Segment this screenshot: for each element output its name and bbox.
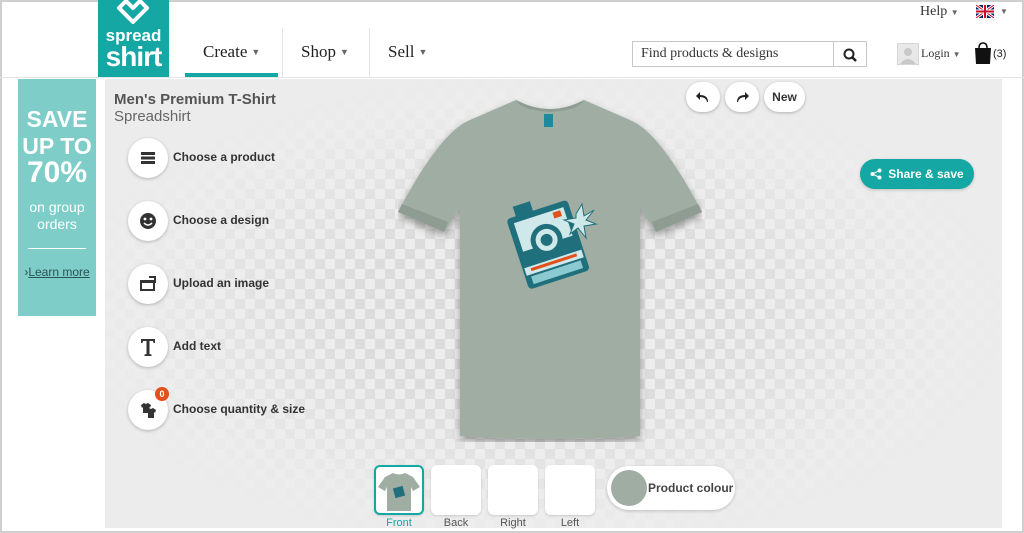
search-input[interactable]: Find products & designs [632,41,834,67]
login-menu[interactable]: Login ▼ [921,46,961,61]
step-label: Choose a design [173,213,270,227]
search-button[interactable] [833,41,867,67]
user-icon [900,48,916,64]
search-icon [843,48,857,62]
step-label: Add text [173,339,221,353]
chevron-down-icon: ▼ [950,8,959,17]
share-icon [870,168,882,180]
product-brand: Spreadshirt [114,108,191,125]
uk-flag-icon[interactable] [976,5,994,18]
view-back-label[interactable]: Back [431,517,481,529]
learn-more-label: Learn more [28,265,90,279]
view-left-label[interactable]: Left [545,517,595,529]
product-title: Men's Premium T-Shirt [114,91,276,108]
step-icon-circle [128,327,168,367]
step-icon-circle [128,138,168,178]
nav-create[interactable]: Create ▼ [185,26,279,77]
share-save-button[interactable]: Share & save [860,159,974,189]
view-left-thumbnail[interactable] [545,465,595,515]
view-right-label[interactable]: Right [488,517,538,529]
smiley-icon [140,213,156,229]
nav-sell-label: Sell [388,42,415,61]
new-design-button[interactable]: New [764,82,805,112]
logo-word-shirt: shirt [105,41,163,72]
nav-create-label: Create [203,42,248,61]
step-label: Upload an image [173,276,270,290]
step-icon-circle [128,264,168,304]
tshirt-front-thumb-icon [378,473,420,511]
cart-count[interactable]: (3) [993,48,1006,60]
upload-image-icon [140,276,156,291]
promo-line-percent: 70% [26,156,88,189]
tshirt-tag [544,114,553,127]
promo-line-on-group: on group [29,199,85,215]
promo-learn-more-link[interactable]: ›Learn more [18,265,96,279]
share-label: Share & save [888,167,964,181]
product-colour-button[interactable]: Product colour [607,466,735,510]
nav-shop-label: Shop [301,42,336,61]
step-icon-circle [128,201,168,241]
heart-logo-icon [117,0,149,24]
product-colour-label: Product colour [648,481,734,495]
tshirt-stack-icon [141,152,155,164]
login-label: Login [921,46,950,60]
view-back-thumbnail[interactable] [431,465,481,515]
text-icon [141,339,155,356]
chevron-down-icon: ▼ [418,47,428,57]
view-front-label[interactable]: Front [374,517,424,529]
chevron-down-icon: ▼ [251,47,261,57]
promo-line-save: SAVE [26,106,88,132]
shirts-icon [141,403,156,418]
redo-button[interactable] [725,82,759,112]
colour-swatch [611,470,647,506]
help-label: Help [920,4,948,19]
step-label: Choose a product [173,150,276,164]
tshirt-preview[interactable] [398,98,702,442]
quantity-badge: 0 [155,387,169,401]
language-chevron-icon[interactable]: ▼ [1000,7,1008,16]
promo-divider [28,248,86,249]
step-label: Choose quantity & size [173,402,306,416]
header-divider [0,77,1024,78]
view-front-thumbnail[interactable] [374,465,424,515]
nav-sell[interactable]: Sell ▼ [370,26,445,77]
help-menu[interactable]: Help ▼ [920,4,959,20]
shopping-bag-icon[interactable] [974,42,992,64]
promo-subtext: on group orders [18,199,96,233]
redo-icon [737,92,749,102]
nav-shop[interactable]: Shop ▼ [283,26,367,77]
promo-line-orders: orders [37,216,77,232]
chevron-down-icon: ▼ [339,47,349,57]
view-right-thumbnail[interactable] [488,465,538,515]
group-order-promo[interactable]: SAVE UP TO 70% on group orders ›Learn mo… [18,79,96,316]
spreadshirt-logo[interactable]: spread shirt [98,0,169,77]
chevron-down-icon: ▼ [952,50,961,59]
avatar[interactable] [897,43,919,65]
